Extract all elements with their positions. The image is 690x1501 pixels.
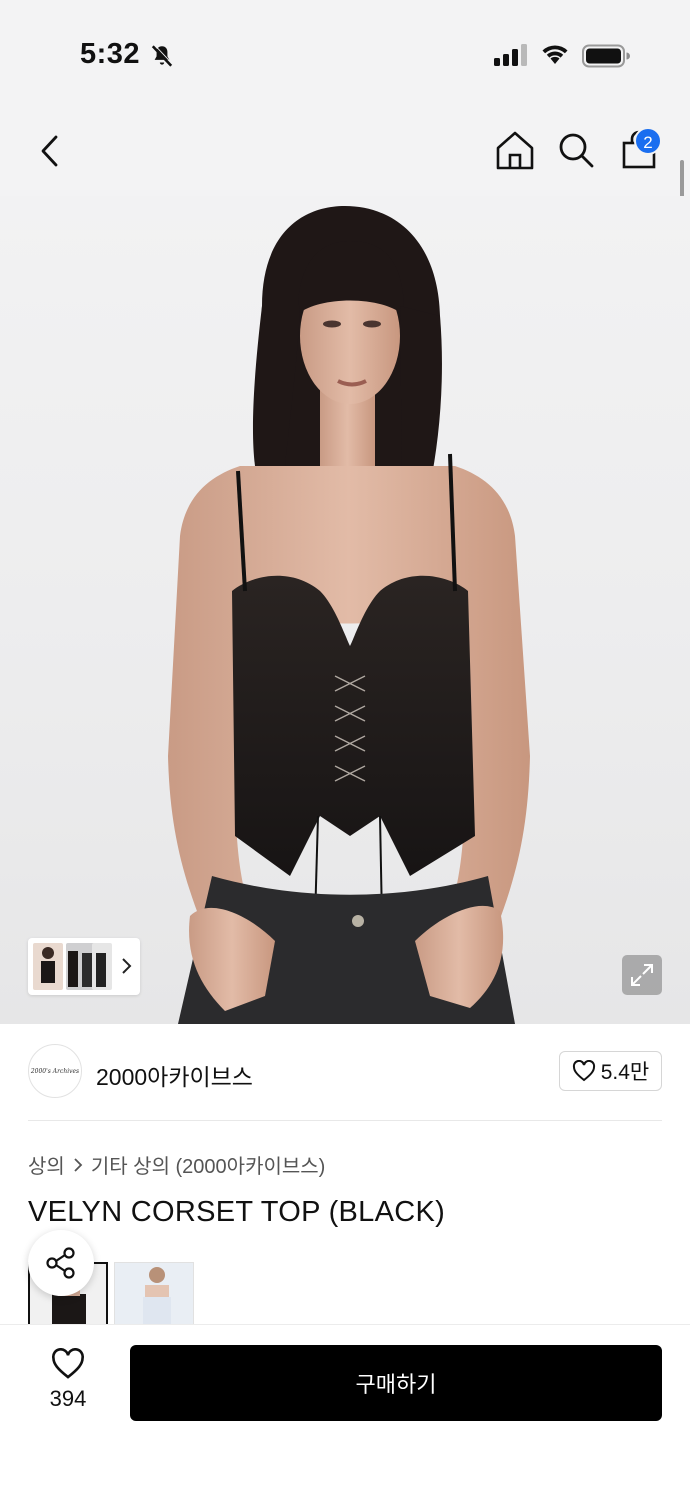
thumbnail-image bbox=[41, 947, 55, 983]
share-button[interactable] bbox=[28, 1230, 94, 1296]
bell-slash-icon bbox=[151, 44, 174, 67]
back-button[interactable] bbox=[30, 131, 70, 171]
breadcrumb-subcategory[interactable]: 기타 상의 (2000아카이브스) bbox=[91, 1150, 326, 1179]
breadcrumb: 상의 기타 상의 (2000아카이브스) bbox=[28, 1150, 325, 1179]
expand-icon bbox=[631, 964, 653, 986]
wishlist-button[interactable]: 394 bbox=[40, 1348, 96, 1412]
home-button[interactable] bbox=[494, 128, 536, 172]
status-time: 5:32 bbox=[80, 38, 141, 70]
divider bbox=[28, 1120, 662, 1121]
signal-icon bbox=[494, 44, 527, 66]
brand-like-count: 5.4만 bbox=[600, 1061, 650, 1084]
brand-like-button[interactable]: 5.4만 bbox=[559, 1051, 662, 1091]
search-icon bbox=[559, 133, 594, 168]
wifi-icon bbox=[542, 45, 568, 64]
brand-name[interactable]: 2000아카이브스 bbox=[96, 1058, 253, 1092]
thumbnail-strip[interactable] bbox=[28, 938, 140, 995]
thumbnail-image bbox=[96, 953, 106, 987]
color-option-image bbox=[143, 1267, 171, 1326]
heart-icon bbox=[52, 1348, 84, 1379]
product-title: VELYN CORSET TOP (BLACK) bbox=[28, 1196, 446, 1228]
home-icon bbox=[496, 131, 534, 170]
wishlist-count: 394 bbox=[49, 1386, 87, 1411]
chevron-right-icon bbox=[74, 1157, 83, 1172]
color-option-light[interactable] bbox=[114, 1262, 194, 1326]
model-photo bbox=[168, 206, 530, 1024]
thumbnail-3[interactable] bbox=[92, 943, 112, 990]
thumbnail-1[interactable] bbox=[33, 943, 63, 990]
battery-icon bbox=[582, 44, 630, 68]
expand-image-button[interactable] bbox=[622, 955, 662, 995]
product-image[interactable] bbox=[0, 196, 690, 1024]
brand-logo[interactable]: 2000's Archives bbox=[28, 1044, 82, 1098]
search-button[interactable] bbox=[556, 130, 596, 170]
chevron-left-icon bbox=[41, 135, 58, 167]
chevron-right-icon bbox=[122, 958, 132, 974]
buy-button[interactable]: 구매하기 bbox=[130, 1345, 662, 1421]
cart-count-badge: 2 bbox=[634, 127, 662, 155]
breadcrumb-category[interactable]: 상의 bbox=[28, 1150, 65, 1179]
share-icon bbox=[46, 1247, 75, 1279]
heart-icon bbox=[572, 1060, 595, 1082]
